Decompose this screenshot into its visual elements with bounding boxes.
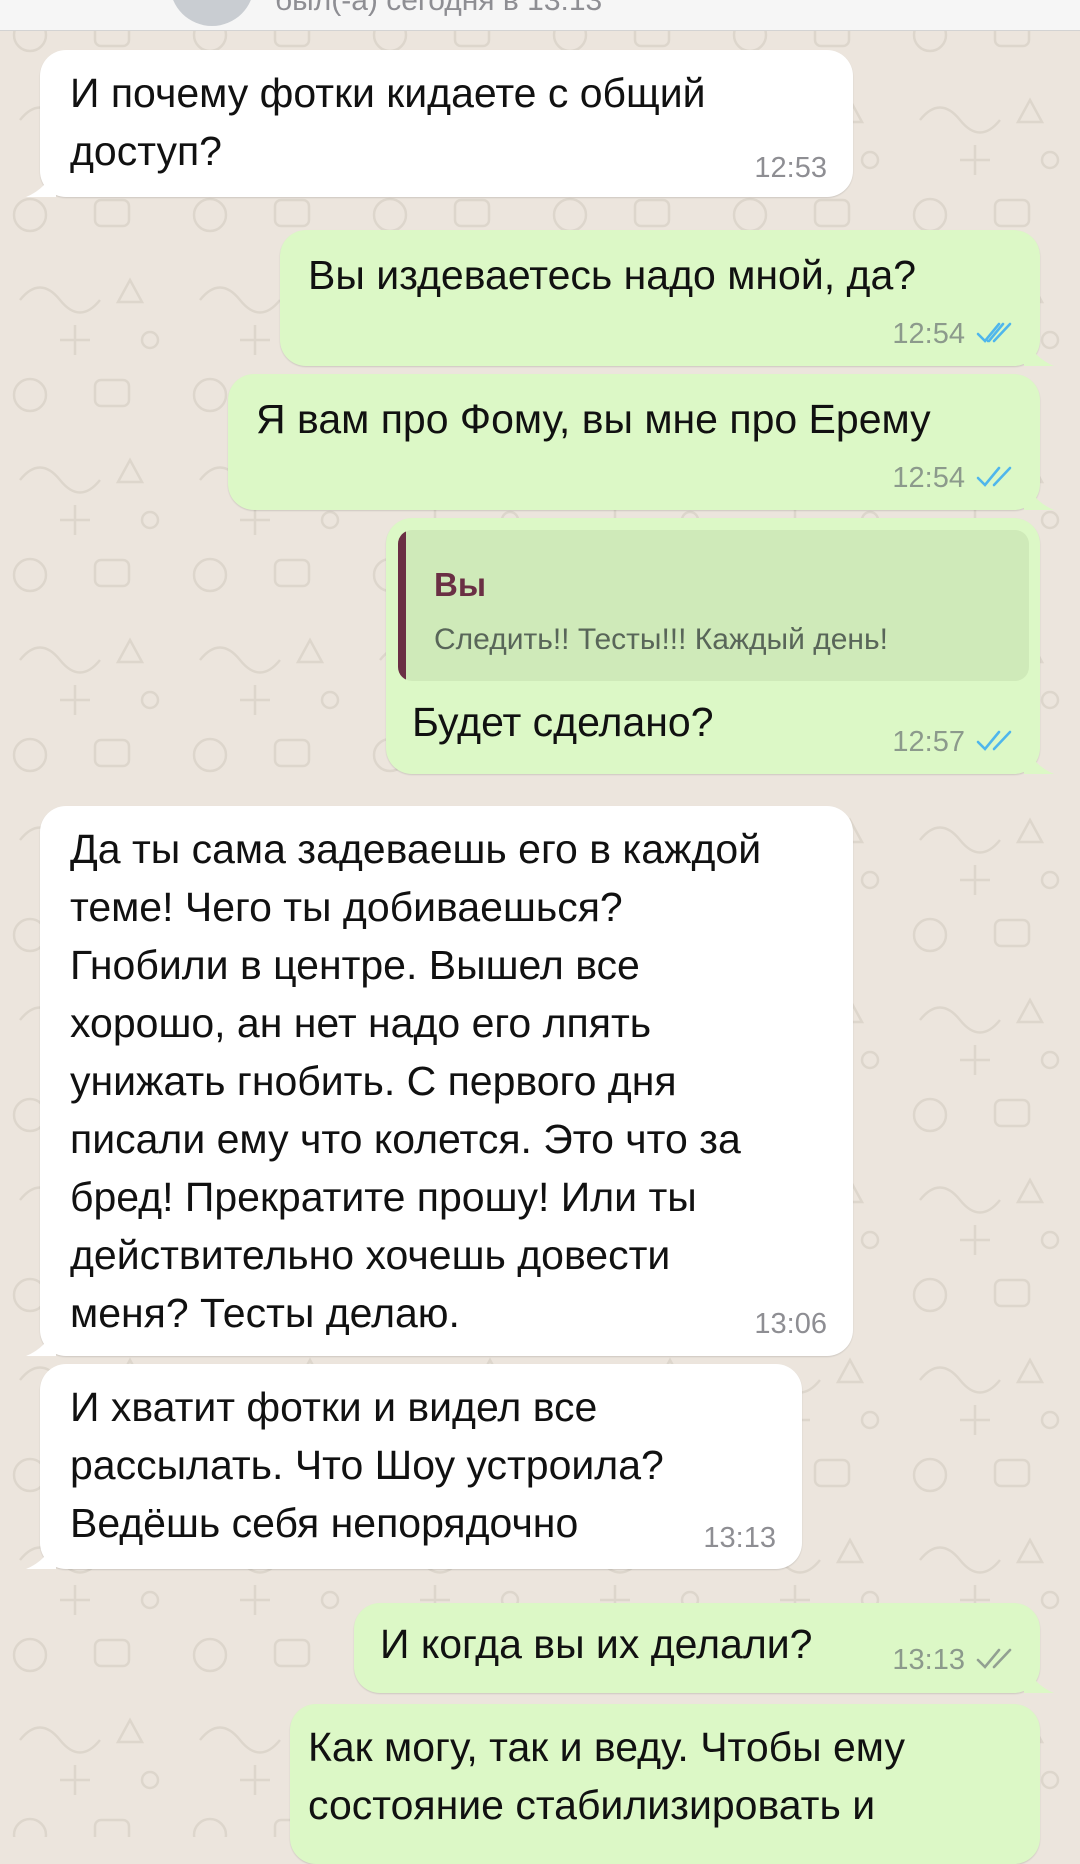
- message-time: 12:54: [892, 462, 965, 494]
- message-bubble-outgoing[interactable]: Вы издеваетесь надо мной, да? 12:54: [280, 230, 1054, 366]
- message-bubble-outgoing[interactable]: Как могу, так и веду. Чтобы ему состояни…: [290, 1704, 1040, 1864]
- bubble-tail: [26, 1539, 56, 1569]
- reply-quote-bar: [398, 530, 406, 681]
- message-bubble-outgoing[interactable]: Я вам про Фому, вы мне про Ерему 12:54: [228, 374, 1054, 510]
- double-check-icon: [976, 466, 1012, 487]
- message-text: И почему фотки кидаете с общий доступ?: [70, 70, 706, 174]
- double-check-icon: [976, 322, 1012, 343]
- bubble-tail: [26, 1326, 56, 1356]
- contact-avatar[interactable]: [170, 0, 254, 26]
- message-text: И хватит фотки и видел все рассылать. Чт…: [70, 1384, 664, 1546]
- chat-header[interactable]: был(-а) сегодня в 13:13: [0, 0, 1080, 31]
- bubble-tail: [1024, 336, 1054, 366]
- message-text: Вы издеваетесь надо мной, да?: [308, 252, 917, 298]
- message-bubble-incoming[interactable]: И почему фотки кидаете с общий доступ? 1…: [26, 50, 853, 197]
- bubble-tail: [26, 167, 56, 197]
- message-time: 12:54: [892, 318, 965, 350]
- message-time: 12:53: [754, 152, 827, 184]
- message-bubble-incoming[interactable]: Да ты сама задеваешь его в каждой теме! …: [26, 806, 853, 1356]
- bubble-tail: [1024, 480, 1054, 510]
- reply-quote[interactable]: Вы Следить!! Тесты!!! Каждый день!: [398, 530, 1029, 681]
- message-bubble-outgoing[interactable]: И когда вы их делали? 13:13: [354, 1603, 1054, 1693]
- reply-quote-author: Вы: [434, 566, 487, 603]
- message-time: 13:13: [703, 1522, 776, 1554]
- message-bubble-outgoing-reply[interactable]: Вы Следить!! Тесты!!! Каждый день! Будет…: [386, 518, 1054, 774]
- message-text: И когда вы их делали?: [380, 1621, 813, 1667]
- message-text: Я вам про Фому, вы мне про Ерему: [256, 396, 931, 442]
- message-text: Будет сделано?: [412, 699, 714, 745]
- message-time: 13:13: [892, 1644, 965, 1676]
- message-bubble-incoming[interactable]: И хватит фотки и видел все рассылать. Чт…: [26, 1364, 802, 1569]
- reply-quote-text: Следить!! Тесты!!! Каждый день!: [434, 623, 888, 656]
- bubble-tail: [1024, 1663, 1054, 1693]
- bubble-tail: [1024, 744, 1054, 774]
- double-check-icon: [976, 1648, 1012, 1669]
- message-text: Как могу, так и веду. Чтобы ему состояни…: [308, 1724, 905, 1828]
- double-check-icon: [976, 730, 1012, 751]
- message-time: 12:57: [892, 726, 965, 758]
- last-seen-status: был(-а) сегодня в 13:13: [275, 0, 603, 17]
- message-time: 13:06: [754, 1308, 827, 1340]
- message-text: Да ты сама задеваешь его в каждой теме! …: [70, 826, 762, 1336]
